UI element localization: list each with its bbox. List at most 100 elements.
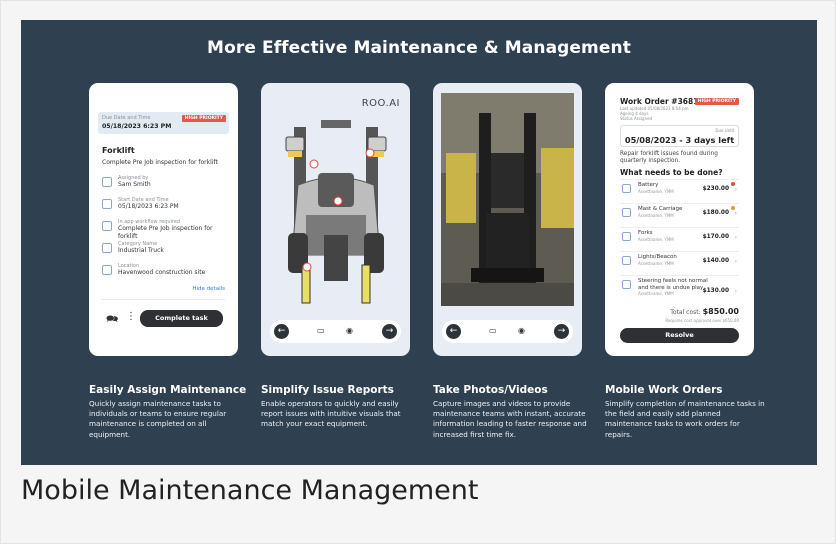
forklift-photo: [441, 93, 574, 306]
priority-badge: HIGH PRIORITY: [181, 115, 226, 122]
feature-work-orders: Mobile Work Orders Simplify completion o…: [605, 384, 765, 440]
due-box: Due Until 05/08/2023 - 3 days left: [620, 125, 739, 147]
task-item[interactable]: Lights/Beacon Assettname, YMM $140.00 ›: [620, 251, 739, 271]
chat-icon[interactable]: ▭: [317, 326, 325, 335]
camera-icon[interactable]: ◉: [518, 326, 525, 335]
row-value: 05/18/2023 6:23 PM: [118, 203, 179, 210]
task-name: Forks: [638, 230, 653, 236]
row-value: Complete Pre Job inspection for forklift: [118, 225, 213, 240]
chevron-right-icon: ›: [734, 288, 737, 295]
hero-banner: More Effective Maintenance & Management …: [21, 20, 817, 465]
tasks-heading: What needs to be done?: [620, 168, 723, 177]
content-card: More Effective Maintenance & Management …: [0, 0, 836, 544]
bottom-nav: ← ▭ ◉ →: [270, 320, 401, 343]
chevron-right-icon: ›: [734, 186, 737, 193]
arrow-left-icon[interactable]: ←: [446, 324, 461, 339]
phone-assign-maintenance: Due Date and Time 05/18/2023 6:23 PM HIG…: [89, 83, 238, 356]
feature-issue-reports: Simplify Issue Reports Enable operators …: [261, 384, 421, 430]
due-label: Due Date and Time: [102, 115, 151, 121]
complete-task-button[interactable]: Complete task: [140, 310, 223, 327]
task-price: $140.00: [702, 258, 729, 264]
camera-icon[interactable]: ◉: [346, 326, 353, 335]
chat-icon[interactable]: 🗪: [106, 312, 118, 329]
chat-icon[interactable]: ▭: [489, 326, 497, 335]
task-name: Mast & Carriage: [638, 206, 683, 212]
approval-note: Requires cost approval over $650.00: [665, 318, 739, 323]
divider: [102, 299, 225, 300]
light-icon: [622, 256, 631, 265]
task-asset: Assettname, YMM: [638, 188, 674, 194]
task-name: Steering feels not normal and there is u…: [638, 278, 708, 291]
chevron-right-icon: ›: [734, 258, 737, 265]
feature-body: Quickly assign maintenance tasks to indi…: [89, 399, 227, 439]
task-asset: Assettname, YMM: [638, 236, 674, 242]
work-order-title: Work Order #36814: [620, 97, 704, 106]
phone-photos: ← ▭ ◉ →: [433, 83, 582, 356]
task-asset: Assettname, YMM: [638, 212, 674, 218]
resolve-button[interactable]: Resolve: [620, 328, 739, 343]
row-start-date: Start Date and Time 05/18/2023 6:23 PM: [102, 197, 232, 217]
task-item[interactable]: Forks Assettname, YMM $170.00 ›: [620, 227, 739, 247]
task-item[interactable]: Mast & Carriage Assettname, YMM $180.00 ›: [620, 203, 739, 223]
meta-status: Status Assigned: [620, 116, 653, 121]
row-location: Location Havenwood construction site: [102, 263, 232, 283]
total-cost: Total cost: $850.00: [670, 307, 739, 316]
due-until-label: Due Until: [715, 128, 734, 133]
feature-body: Simplify completion of maintenance tasks…: [605, 399, 765, 439]
work-order-description: Repair forklift issues found during quar…: [620, 151, 718, 164]
feature-title: Mobile Work Orders: [605, 384, 723, 396]
due-date: 05/08/2023 - 3 days left: [624, 135, 735, 145]
task-asset: Assettname, YMM: [638, 291, 674, 296]
chevron-right-icon: ›: [734, 210, 737, 217]
task-title: Forklift: [102, 146, 135, 155]
brand-logo: ROO.AI: [361, 98, 400, 109]
location-icon: [102, 265, 112, 275]
task-item[interactable]: Steering feels not normal and there is u…: [620, 275, 739, 303]
task-name: Lights/Beacon: [638, 254, 677, 260]
more-icon[interactable]: ⋮: [126, 311, 136, 322]
row-assigned-by: Assigned by Sam Smith: [102, 175, 232, 195]
truck-icon: [102, 243, 112, 253]
workflow-icon: [102, 221, 112, 231]
priority-badge: HIGH PRIORITY: [694, 98, 739, 105]
feature-body: Enable operators to quickly and easily r…: [261, 399, 401, 429]
due-date-panel: Due Date and Time 05/18/2023 6:23 PM HIG…: [98, 112, 229, 134]
row-category: Category Name Industrial Truck: [102, 241, 232, 261]
task-name: Battery: [638, 182, 659, 188]
feature-body: Capture images and videos to provide mai…: [433, 399, 587, 439]
chevron-right-icon: ›: [734, 234, 737, 241]
total-label: Total cost:: [670, 309, 701, 316]
steering-icon: [622, 280, 631, 289]
forklift-diagram: [285, 120, 387, 304]
calendar-icon: [102, 199, 112, 209]
feature-title: Take Photos/Videos: [433, 384, 548, 396]
row-value: Havenwood construction site: [118, 269, 206, 276]
task-subtitle: Complete Pre Job inspection for forklift: [102, 159, 218, 166]
mast-icon: [622, 208, 631, 217]
task-price: $180.00: [702, 210, 729, 216]
hero-title: More Effective Maintenance & Management: [207, 38, 631, 58]
row-workflow: In app workflow required Complete Pre Job…: [102, 219, 232, 240]
task-price: $170.00: [702, 234, 729, 240]
row-value: Sam Smith: [118, 181, 151, 188]
arrow-right-icon[interactable]: →: [554, 324, 569, 339]
user-icon: [102, 177, 112, 187]
hide-details-link[interactable]: Hide details: [192, 286, 225, 292]
arrow-left-icon[interactable]: ←: [274, 324, 289, 339]
battery-icon: [622, 184, 631, 193]
phone-issue-report: ROO.AI ← ▭ ◉ →: [261, 83, 410, 356]
task-price: $130.00: [702, 288, 729, 294]
row-value: Industrial Truck: [118, 247, 164, 254]
feature-assign: Easily Assign Maintenance Quickly assign…: [89, 384, 249, 440]
arrow-right-icon[interactable]: →: [382, 324, 397, 339]
feature-title: Easily Assign Maintenance: [89, 384, 247, 396]
task-price: $230.00: [702, 186, 729, 192]
task-item[interactable]: Battery Assettname, YMM $230.00 ›: [620, 179, 739, 199]
task-asset: Assettname, YMM: [638, 260, 674, 266]
phone-work-orders: Work Order #36814 HIGH PRIORITY Last upd…: [605, 83, 754, 356]
bottom-nav: ← ▭ ◉ →: [442, 320, 573, 343]
feature-photos: Take Photos/Videos Capture images and vi…: [433, 384, 593, 440]
due-value: 05/18/2023 6:23 PM: [102, 123, 172, 130]
forks-icon: [622, 232, 631, 241]
total-value: $850.00: [702, 307, 739, 316]
